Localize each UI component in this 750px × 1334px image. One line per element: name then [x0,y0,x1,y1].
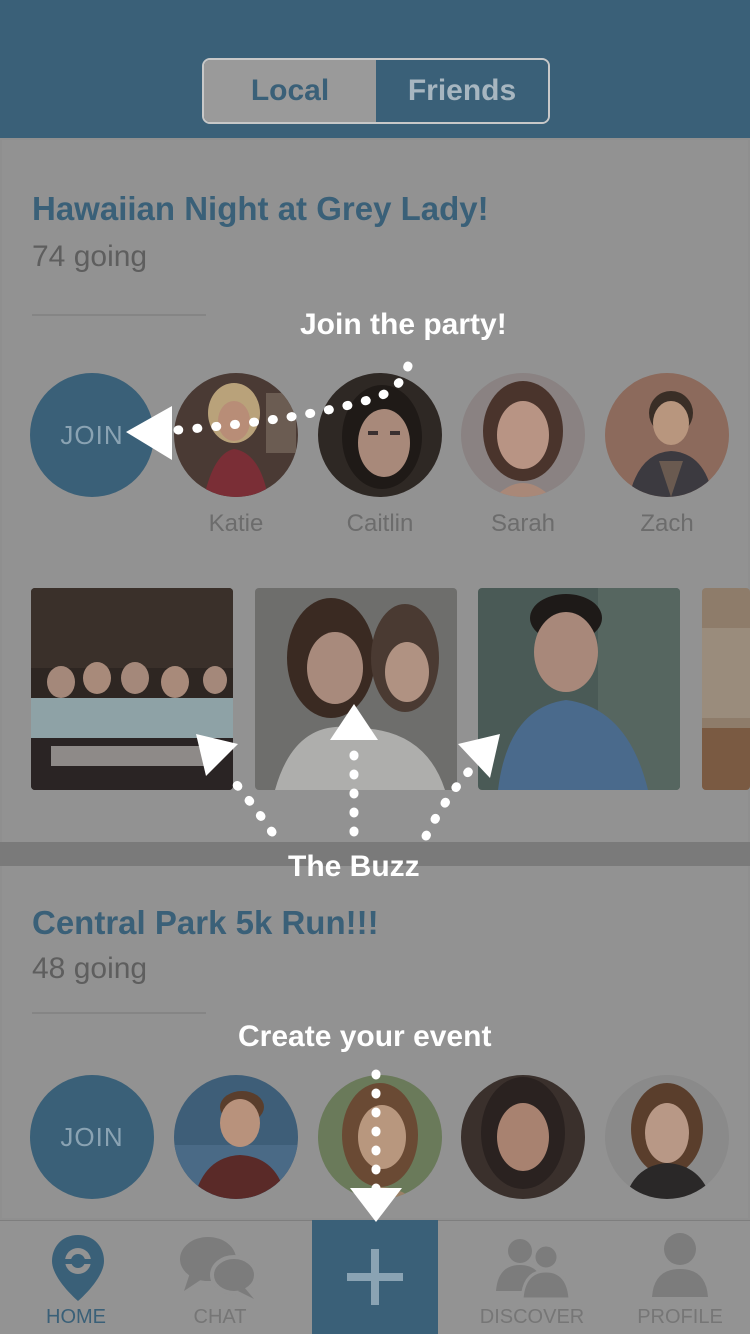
avatar-zach[interactable] [605,373,729,497]
tab-discover[interactable]: DISCOVER [462,1221,602,1334]
buzz-photo[interactable] [478,588,680,790]
avatar-photo [605,373,729,497]
avatar[interactable] [318,1075,442,1199]
attendee-name: Sarah [490,510,556,537]
attendee-name: Katie [208,510,264,537]
divider [32,1012,206,1014]
attendee-name: Zach [640,510,694,537]
buzz-photo-image [31,588,233,790]
top-header: Local Friends [0,0,750,138]
buzz-photo-image [478,588,680,790]
plus-icon [347,1249,403,1305]
avatar-photo [174,1075,298,1199]
tab-label: CHAT [193,1306,247,1328]
avatar-sarah[interactable] [461,373,585,497]
tab-profile[interactable]: PROFILE [610,1221,750,1334]
avatar[interactable] [461,1075,585,1199]
tab-label: PROFILE [637,1306,723,1328]
chat-bubbles-icon [180,1237,258,1299]
avatar-caitlin[interactable] [318,373,442,497]
avatar-photo [461,1075,585,1199]
event-title[interactable]: Hawaiian Night at Grey Lady! [32,190,489,228]
event-title[interactable]: Central Park 5k Run!!! [32,904,379,942]
buzz-photo[interactable] [702,588,750,790]
people-icon [496,1239,570,1299]
create-event-button[interactable] [312,1220,438,1334]
divider [32,314,206,316]
annotation-create: Create your event [238,1020,492,1053]
annotation-join: Join the party! [300,308,507,341]
avatar-katie[interactable] [174,373,298,497]
avatar-photo [605,1075,729,1199]
buzz-photo-image [255,588,457,790]
join-button[interactable]: JOIN [30,1075,154,1199]
going-count: 74 going [32,240,148,273]
person-icon [652,1233,708,1297]
attendee-name: Caitlin [346,510,414,537]
avatar-photo [461,373,585,497]
tab-label: HOME [46,1306,106,1328]
tab-friends[interactable]: Friends [376,60,548,122]
buzz-photo-image [702,588,750,790]
tab-local[interactable]: Local [204,60,376,122]
annotation-buzz: The Buzz [288,850,420,883]
join-button[interactable]: JOIN [30,373,154,497]
tab-home[interactable]: HOME [6,1221,146,1334]
avatar[interactable] [605,1075,729,1199]
avatar-photo [318,1075,442,1199]
avatar[interactable] [174,1075,298,1199]
pin-icon [52,1235,104,1301]
buzz-photo[interactable] [31,588,233,790]
buzz-photo[interactable] [255,588,457,790]
avatar-photo [318,373,442,497]
tab-label: DISCOVER [479,1306,585,1328]
feed-segmented-control: Local Friends [202,58,550,124]
tab-chat[interactable]: CHAT [150,1221,290,1334]
going-count: 48 going [32,952,148,985]
avatar-photo [174,373,298,497]
